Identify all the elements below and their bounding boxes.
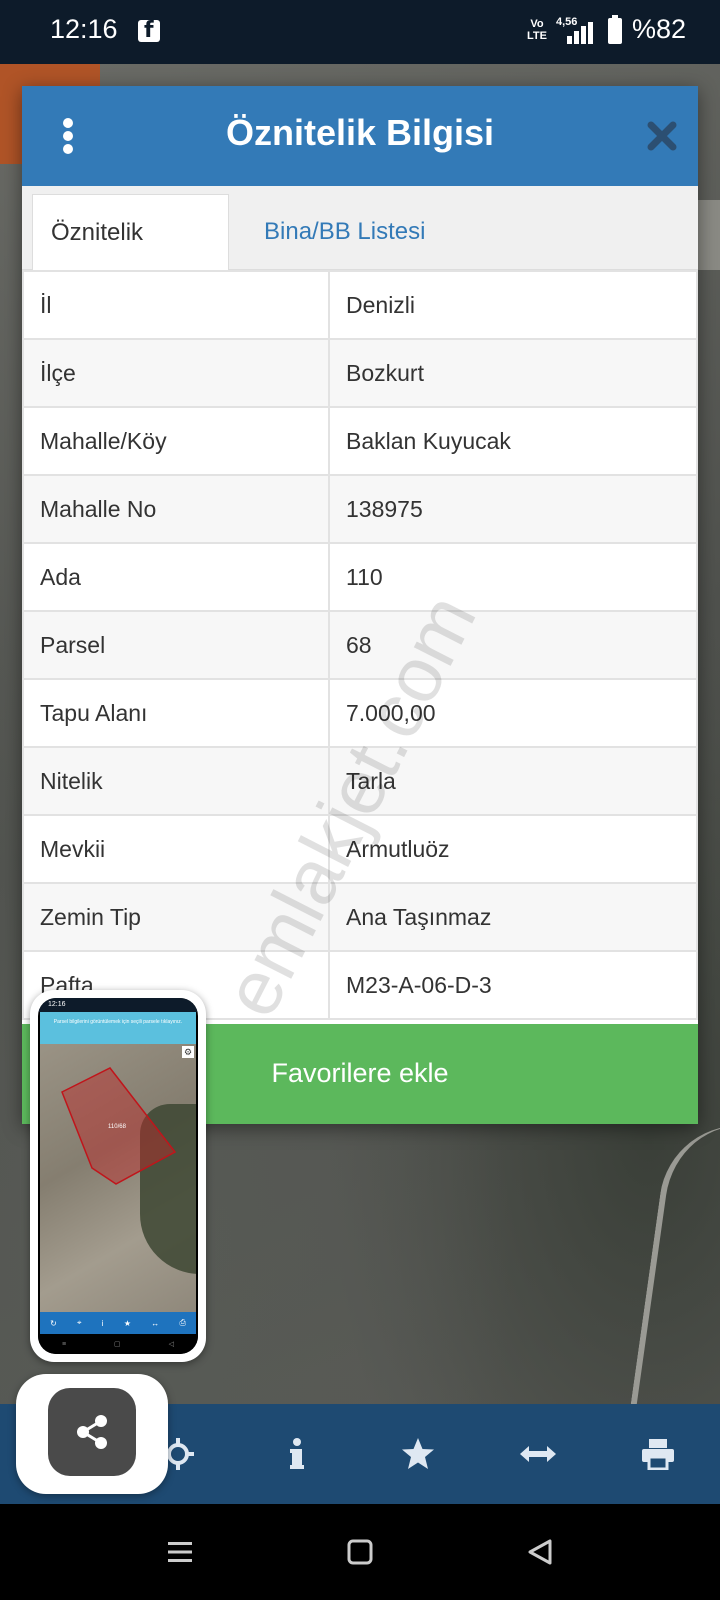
print-icon[interactable] <box>634 1430 682 1478</box>
row-value: Armutluöz <box>328 814 698 884</box>
dialog-title: Öznitelik Bilgisi <box>225 112 495 153</box>
share-panel <box>16 1374 168 1494</box>
row-key: Zemin Tip <box>22 882 330 952</box>
volte-indicator: Vo LTE <box>527 18 547 42</box>
preview-toolbar: ↻ ⌖ i ★ ↔ ⎙ <box>40 1312 196 1334</box>
row-value: Tarla <box>328 746 698 816</box>
preview-locate-icon: ⌖ <box>77 1318 82 1327</box>
star-icon[interactable] <box>394 1430 442 1478</box>
table-row: Mahalle/Köy Baklan Kuyucak <box>22 406 698 476</box>
screenshot-preview[interactable]: 12:16 Parsel bilgilerini görüntülemek iç… <box>30 990 206 1362</box>
tab-attribute-info[interactable]: Öznitelik Bilgisi <box>32 194 229 322</box>
row-key: Mevkii <box>22 814 330 884</box>
row-value: 7.000,00 <box>328 678 698 748</box>
recent-apps-icon[interactable] <box>160 1532 200 1572</box>
close-icon[interactable] <box>644 118 680 154</box>
row-value: Baklan Kuyucak <box>328 406 698 476</box>
table-row: Mahalle No 138975 <box>22 474 698 544</box>
back-icon[interactable] <box>520 1532 560 1572</box>
preview-nav: ≡ ▢ ◁ <box>38 1334 198 1354</box>
attribute-table: İl Denizli İlçe Bozkurt Mahalle/Köy Baklan … <box>22 270 698 1020</box>
row-value: M23-A-06-D-3 <box>328 950 698 1020</box>
row-key: Mahalle/Köy <box>22 406 330 476</box>
battery-icon <box>608 15 622 44</box>
table-row: Ada 110 <box>22 542 698 612</box>
row-value: 138975 <box>328 474 698 544</box>
table-row: İlçe Bozkurt <box>22 338 698 408</box>
battery-level: %82 <box>632 14 687 44</box>
preview-parcel-label: 110/68 <box>108 1124 126 1130</box>
info-icon[interactable] <box>273 1430 321 1478</box>
row-key: Mahalle No <box>22 474 330 544</box>
table-row: Nitelik Tarla <box>22 746 698 816</box>
status-time: 12:16 <box>50 14 118 44</box>
facebook-notification-icon <box>138 18 160 43</box>
row-value: Denizli <box>328 270 698 340</box>
status-bar: 12:16 Vo LTE 4,56 %82 <box>0 0 720 64</box>
row-value: Bozkurt <box>328 338 698 408</box>
row-key: İl <box>22 270 330 340</box>
system-navigation-bar <box>0 1504 720 1600</box>
preview-recent-icon: ≡ <box>61 1340 67 1348</box>
preview-measure-icon: ↔ <box>151 1318 160 1328</box>
measure-icon[interactable] <box>514 1430 562 1478</box>
share-button[interactable] <box>48 1388 136 1476</box>
tab-building-list[interactable]: Bina/BB Listesi <box>246 194 443 271</box>
row-key: İlçe <box>22 338 330 408</box>
row-key: Parsel <box>22 610 330 680</box>
table-row: Mevkii Armutluöz <box>22 814 698 884</box>
row-key: Nitelik <box>22 746 330 816</box>
table-row: Zemin Tip Ana Taşınmaz <box>22 882 698 952</box>
preview-phone-frame: 12:16 Parsel bilgilerini görüntülemek iç… <box>38 998 198 1354</box>
share-icon <box>77 1415 107 1449</box>
dialog-header: Öznitelik Bilgisi <box>22 86 698 186</box>
preview-refresh-icon: ↻ <box>50 1318 57 1328</box>
signal-icon <box>567 22 595 44</box>
preview-back-icon: ◁ <box>168 1341 174 1348</box>
row-value: Ana Taşınmaz <box>328 882 698 952</box>
preview-info-icon: i <box>101 1318 104 1328</box>
preview-status-time: 12:16 <box>38 998 198 1012</box>
preview-map: 110/68 ⚙ <box>40 1044 196 1312</box>
table-row: Tapu Alanı 7.000,00 <box>22 678 698 748</box>
preview-gear-icon: ⚙ <box>182 1046 194 1058</box>
preview-parcel-outline <box>61 1067 177 1185</box>
row-key: Tapu Alanı <box>22 678 330 748</box>
row-key: Ada <box>22 542 330 612</box>
map-edge <box>698 200 720 270</box>
preview-star-icon: ★ <box>123 1318 131 1328</box>
row-value: 68 <box>328 610 698 680</box>
preview-print-icon: ⎙ <box>179 1318 186 1327</box>
home-icon[interactable] <box>340 1532 380 1572</box>
table-row: Parsel 68 <box>22 610 698 680</box>
row-value: 110 <box>328 542 698 612</box>
preview-banner: Parsel bilgilerini görüntülemek için seç… <box>40 1012 196 1044</box>
tab-strip: Öznitelik Bilgisi Bina/BB Listesi <box>22 186 698 322</box>
preview-home-icon: ▢ <box>114 1341 121 1348</box>
attribute-dialog: Öznitelik Bilgisi Öznitelik Bilgisi Bina… <box>22 86 698 1124</box>
table-row: İl Denizli <box>22 270 698 340</box>
